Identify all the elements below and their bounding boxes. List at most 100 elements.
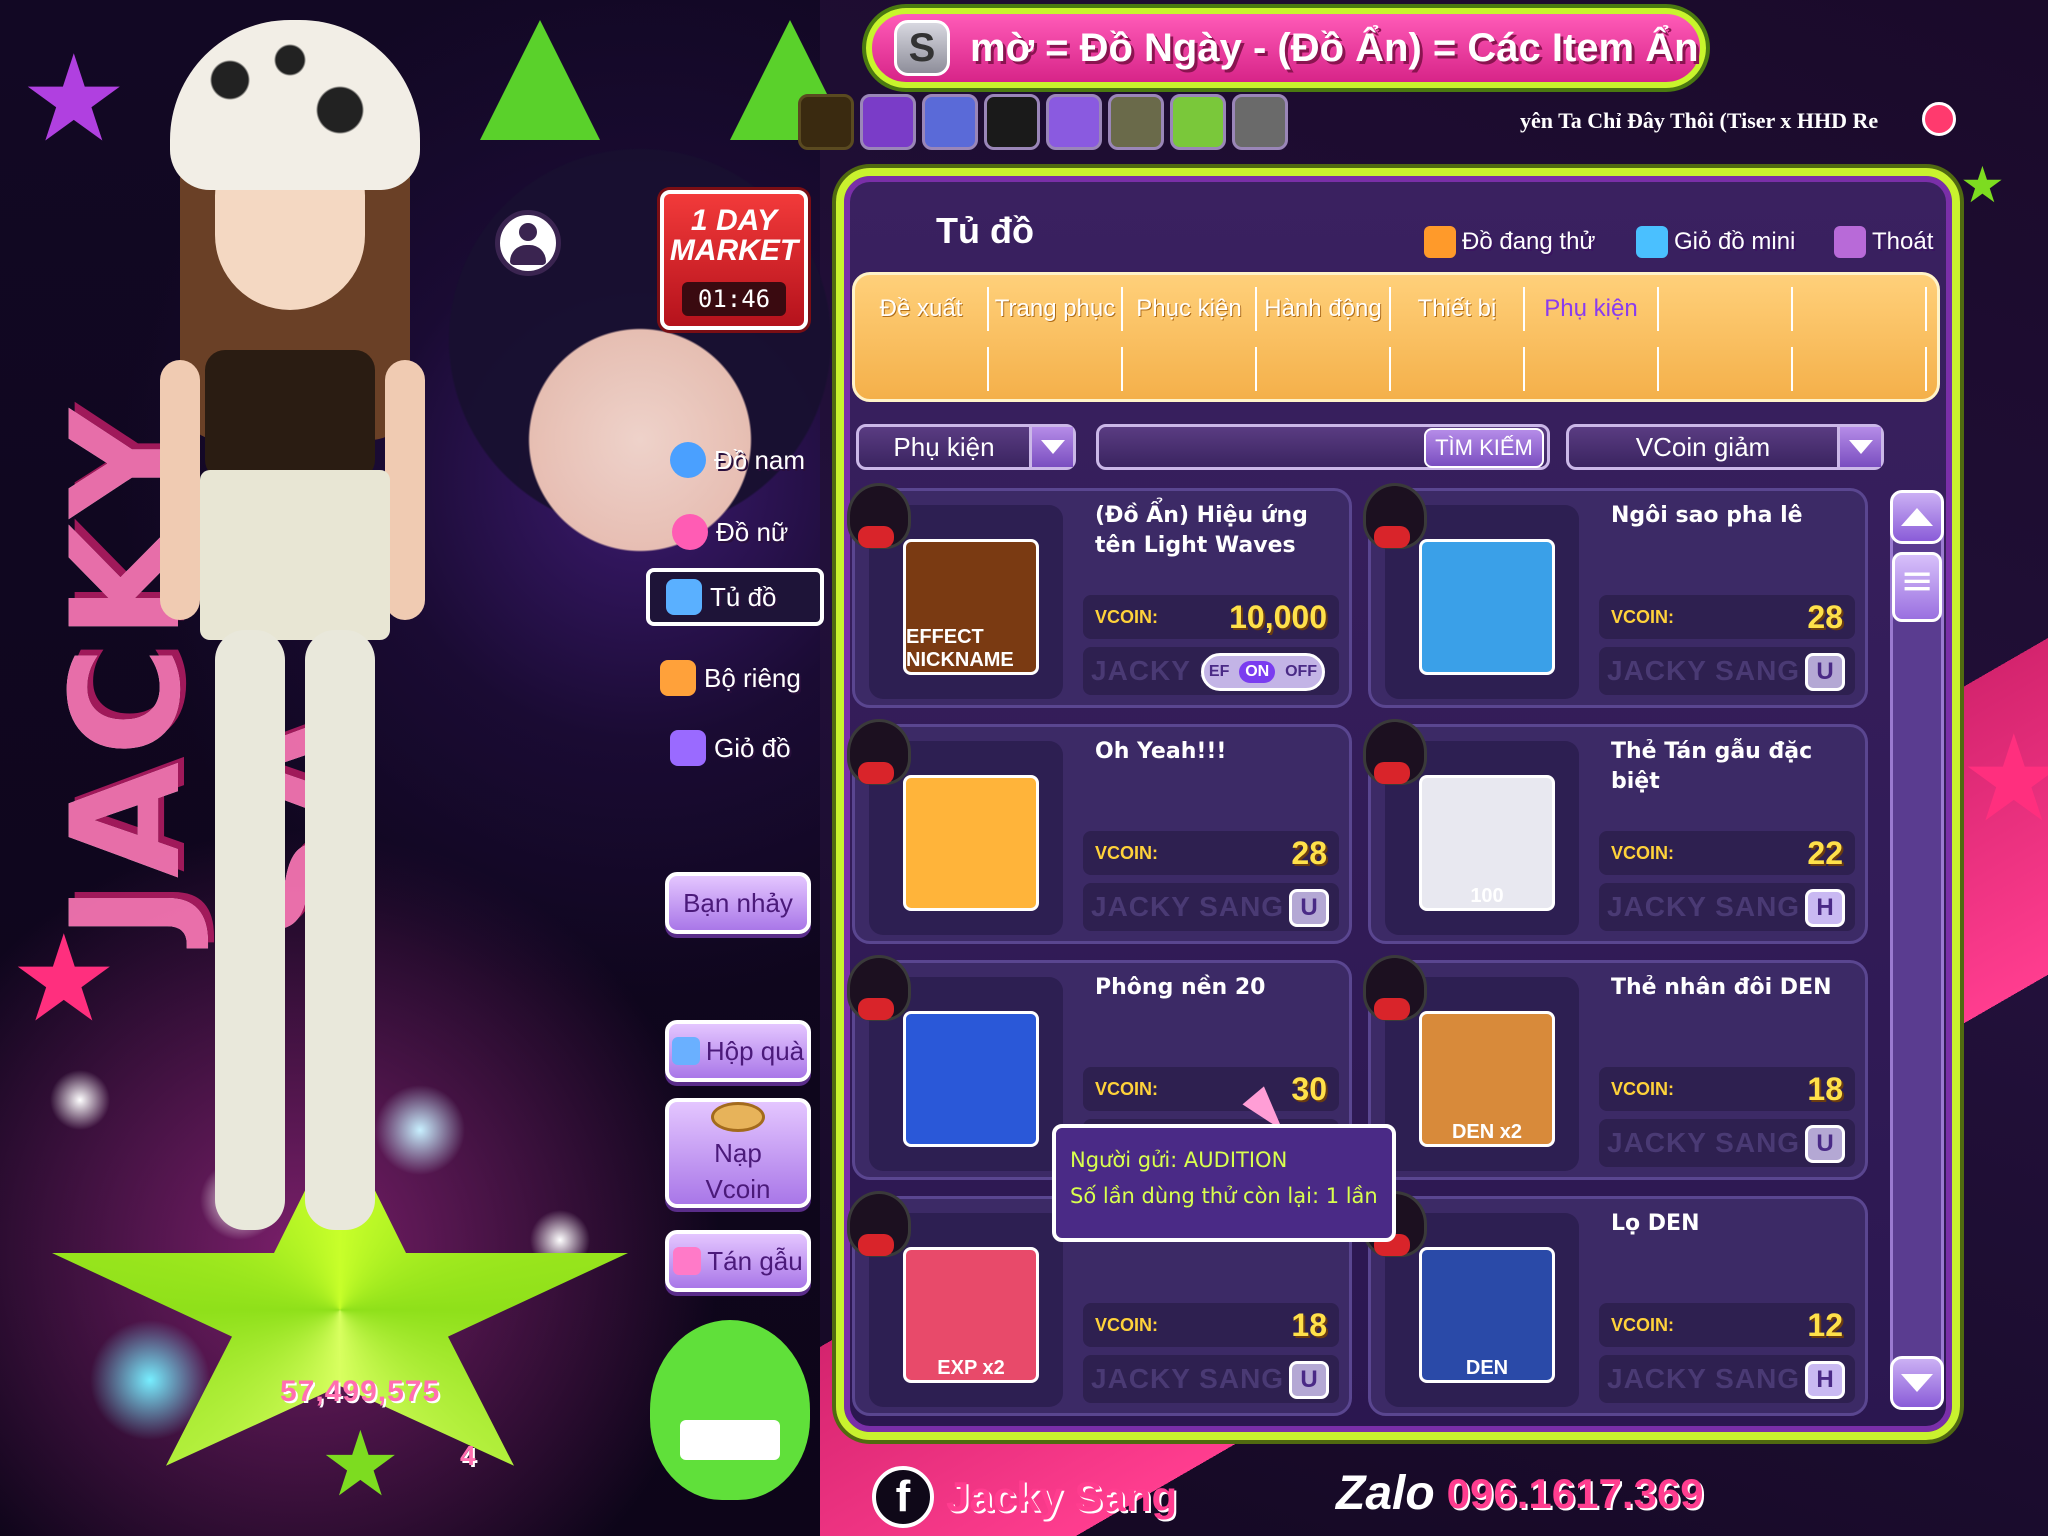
vcoin-label: VCOIN: [1095, 842, 1158, 863]
gift-slot-icon[interactable] [798, 94, 854, 150]
day-market-subtitle: MARKET [669, 234, 799, 267]
ban-nhay-button[interactable]: Bạn nhảy [665, 872, 811, 934]
nap-vcoin-button[interactable]: Nạp Vcoin [665, 1098, 811, 1208]
gio-do-mini-link[interactable]: Giỏ đồ mini [1636, 226, 1795, 258]
u-tag-button[interactable]: U [1289, 1361, 1329, 1399]
music-icon[interactable] [860, 94, 916, 150]
item-thumbnail[interactable] [1419, 539, 1555, 675]
profile-icon[interactable] [495, 210, 561, 276]
item-owner-row: JACKY SANG EF ON OFF [1083, 647, 1339, 695]
black-cat-badge-icon [1363, 483, 1427, 549]
tab-hanh-dong[interactable]: Hành động [1257, 287, 1391, 331]
wardrobe-icon [666, 579, 702, 615]
item-thumbnail[interactable] [903, 775, 1039, 911]
tab-empty[interactable] [1793, 347, 1927, 391]
item-card[interactable]: Ngôi sao pha lê VCOIN: 28 JACKY SANG U [1363, 483, 1868, 708]
exit-link[interactable]: Thoát [1834, 226, 1933, 258]
u-tag-button[interactable]: U [1289, 889, 1329, 927]
chevron-down-icon[interactable] [1029, 427, 1073, 467]
item-owner-row: JACKY SANG U [1599, 647, 1855, 695]
menu-gio-do[interactable]: Giỏ đồ [670, 724, 791, 772]
menu-do-nu[interactable]: Đồ nữ [672, 508, 788, 556]
cat-ear-decoration [480, 20, 600, 140]
day-market-title: 1 DAY [690, 204, 778, 237]
tab-row [855, 347, 1937, 391]
banner-text: mờ = Đồ Ngày - (Đồ Ẩn) = Các Item Ẩn [970, 25, 1699, 70]
shadow-icon[interactable] [984, 94, 1040, 150]
note-icon[interactable] [1232, 94, 1288, 150]
item-name: Ngôi sao pha lê [1611, 503, 1803, 528]
tab-empty[interactable] [1525, 347, 1659, 391]
one-day-market-button[interactable]: 1 DAY MARKET 01:46 [660, 190, 808, 330]
tab-phu-kien[interactable]: Phụ kiện [1525, 287, 1659, 331]
tab-trang-phuc[interactable]: Trang phục [989, 287, 1123, 331]
item-thumbnail[interactable]: 100 [1419, 775, 1555, 911]
player-avatar[interactable] [150, 20, 480, 1270]
item-owner-row: JACKY SANG H [1599, 883, 1855, 931]
item-price: 22 [1807, 834, 1843, 871]
item-price: 18 [1291, 1306, 1327, 1343]
search-button[interactable]: TÌM KIẾM [1424, 428, 1544, 468]
button-label: Vcoin [705, 1174, 771, 1204]
item-card[interactable]: DEN Lọ DEN VCOIN: 12 JACKY SANG H [1363, 1191, 1868, 1416]
cart-icon [670, 730, 706, 766]
u-tag-button[interactable]: U [1805, 1125, 1845, 1163]
u-tag-button[interactable]: U [1805, 653, 1845, 691]
item-card[interactable]: 100 Thẻ Tán gẫu đặc biệt VCOIN: 22 JACKY… [1363, 719, 1868, 944]
tab-empty[interactable] [1659, 347, 1793, 391]
item-owner-row: JACKY SANG U [1083, 883, 1339, 931]
tab-empty[interactable] [1659, 287, 1793, 331]
tan-gau-button[interactable]: Tán gẫu [665, 1230, 811, 1292]
zalo-credit: Zalo 096.1617.369 [1336, 1466, 1704, 1521]
menu-tu-do[interactable]: Tủ đồ [646, 568, 824, 626]
sort-select[interactable]: VCoin giảm [1566, 424, 1884, 470]
vcoin-label: VCOIN: [1611, 1314, 1674, 1335]
h-tag-button[interactable]: H [1805, 889, 1845, 927]
tab-empty[interactable] [1257, 347, 1391, 391]
menu-do-nam[interactable]: Đồ nam [670, 436, 805, 484]
item-price-row: VCOIN: 30 [1083, 1067, 1339, 1111]
item-thumbnail[interactable]: EXP x2 [903, 1247, 1039, 1383]
effect-toggle[interactable]: EF ON OFF [1201, 653, 1325, 691]
tab-empty[interactable] [855, 347, 989, 391]
item-card[interactable]: EFFECT NICKNAME (Đồ Ẩn) Hiệu ứng tên Lig… [847, 483, 1352, 708]
star-decoration: ★ [20, 30, 128, 169]
h-tag-button[interactable]: H [1805, 1361, 1845, 1399]
scrollbar-thumb[interactable] [1892, 552, 1942, 622]
hop-qua-button[interactable]: Hộp quà [665, 1020, 811, 1082]
item-price-row: VCOIN: 12 [1599, 1303, 1855, 1347]
tab-de-xuat[interactable]: Đề xuất [855, 287, 989, 331]
item-thumbnail[interactable]: DEN [1419, 1247, 1555, 1383]
item-price-row: VCOIN: 28 [1083, 831, 1339, 875]
button-label: Nạp [714, 1138, 762, 1168]
tab-empty[interactable] [1793, 287, 1927, 331]
item-thumbnail[interactable]: DEN x2 [1419, 1011, 1555, 1147]
chevron-down-icon[interactable] [1837, 427, 1881, 467]
tab-empty[interactable] [1391, 347, 1525, 391]
photo-icon[interactable] [1108, 94, 1164, 150]
tab-thiet-bi[interactable]: Thiết bị [1391, 287, 1525, 331]
scrollbar-track[interactable] [1890, 490, 1944, 1410]
pet-icon[interactable] [922, 94, 978, 150]
khu-vuon-icon[interactable] [1170, 94, 1226, 150]
do-dang-thu-link[interactable]: Đồ đang thử [1424, 226, 1596, 258]
tab-empty[interactable] [1123, 347, 1257, 391]
tooltip-trials-left: Số lần dùng thử còn lại: 1 lần [1070, 1184, 1378, 1208]
music-note-icon[interactable] [1922, 102, 1956, 136]
tab-empty[interactable] [989, 347, 1123, 391]
tab-phuc-kien[interactable]: Phục kiện [1123, 287, 1257, 331]
scroll-up-button[interactable] [1890, 490, 1944, 544]
tv-icon[interactable] [1046, 94, 1102, 150]
item-thumbnail[interactable] [903, 1011, 1039, 1147]
item-price-row: VCOIN: 28 [1599, 595, 1855, 639]
item-name: Oh Yeah!!! [1095, 739, 1227, 764]
item-price: 18 [1807, 1070, 1843, 1107]
category-select[interactable]: Phụ kiện [856, 424, 1076, 470]
item-card[interactable]: DEN x2 Thẻ nhân đôi DEN VCOIN: 18 JACKY … [1363, 955, 1868, 1180]
item-card[interactable]: Oh Yeah!!! VCOIN: 28 JACKY SANG U [847, 719, 1352, 944]
scroll-down-button[interactable] [1890, 1356, 1944, 1410]
item-thumbnail[interactable]: EFFECT NICKNAME [903, 539, 1039, 675]
menu-label: Đồ nữ [716, 516, 789, 547]
vcoin-label: VCOIN: [1095, 1314, 1158, 1335]
menu-bo-rieng[interactable]: Bộ riêng [660, 654, 801, 702]
